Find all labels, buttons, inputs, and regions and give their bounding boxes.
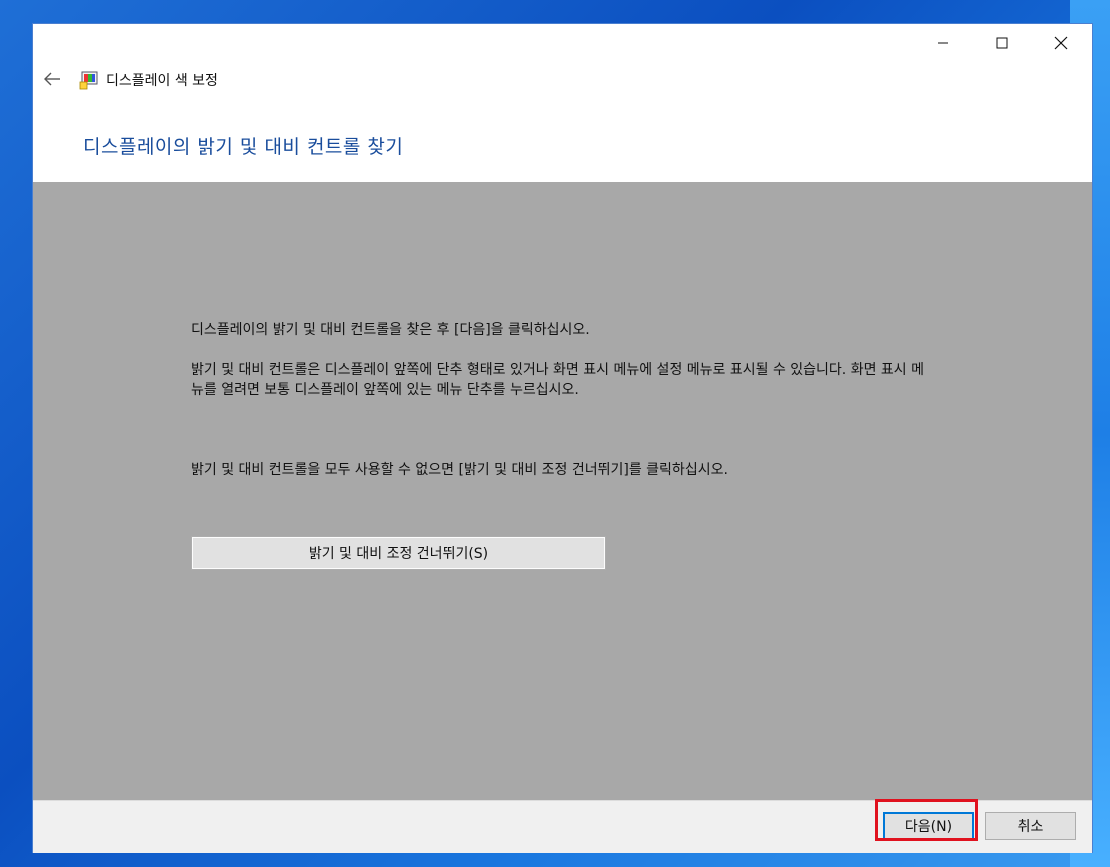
window-title: 디스플레이 색 보정	[106, 73, 218, 89]
back-arrow-icon	[44, 72, 60, 86]
maximize-button[interactable]	[973, 24, 1031, 62]
skip-brightness-contrast-button[interactable]: 밝기 및 대비 조정 건너뛰기(S)	[191, 536, 606, 570]
instruction-text-3: 밝기 및 대비 컨트롤을 모두 사용할 수 없으면 [밝기 및 대비 조정 건너…	[191, 462, 728, 478]
maximize-icon	[996, 37, 1008, 49]
instruction-text-1: 디스플레이의 밝기 및 대비 컨트롤을 찾은 후 [다음]을 클릭하십시오.	[191, 322, 590, 338]
cancel-button[interactable]: 취소	[985, 812, 1076, 840]
instruction-text-2: 밝기 및 대비 컨트롤은 디스플레이 앞쪽에 단추 형태로 있거나 화면 표시 …	[191, 362, 925, 398]
color-calibration-window: 디스플레이 색 보정 디스플레이의 밝기 및 대비 컨트롤 찾기 디스플레이의 …	[33, 24, 1092, 853]
next-button[interactable]: 다음(N)	[883, 812, 974, 840]
close-icon	[1054, 36, 1068, 50]
minimize-button[interactable]	[914, 24, 972, 62]
color-calibration-icon	[79, 70, 99, 90]
header-row: 디스플레이 색 보정	[33, 64, 1092, 96]
close-button[interactable]	[1032, 24, 1090, 62]
page-heading: 디스플레이의 밝기 및 대비 컨트롤 찾기	[83, 136, 404, 158]
minimize-icon	[938, 42, 948, 44]
back-button[interactable]	[39, 66, 65, 92]
title-bar	[33, 24, 1092, 62]
instruction-panel: 디스플레이의 밝기 및 대비 컨트롤을 찾은 후 [다음]을 클릭하십시오. 밝…	[33, 182, 1092, 800]
footer-bar: 다음(N) 취소	[33, 799, 1092, 853]
